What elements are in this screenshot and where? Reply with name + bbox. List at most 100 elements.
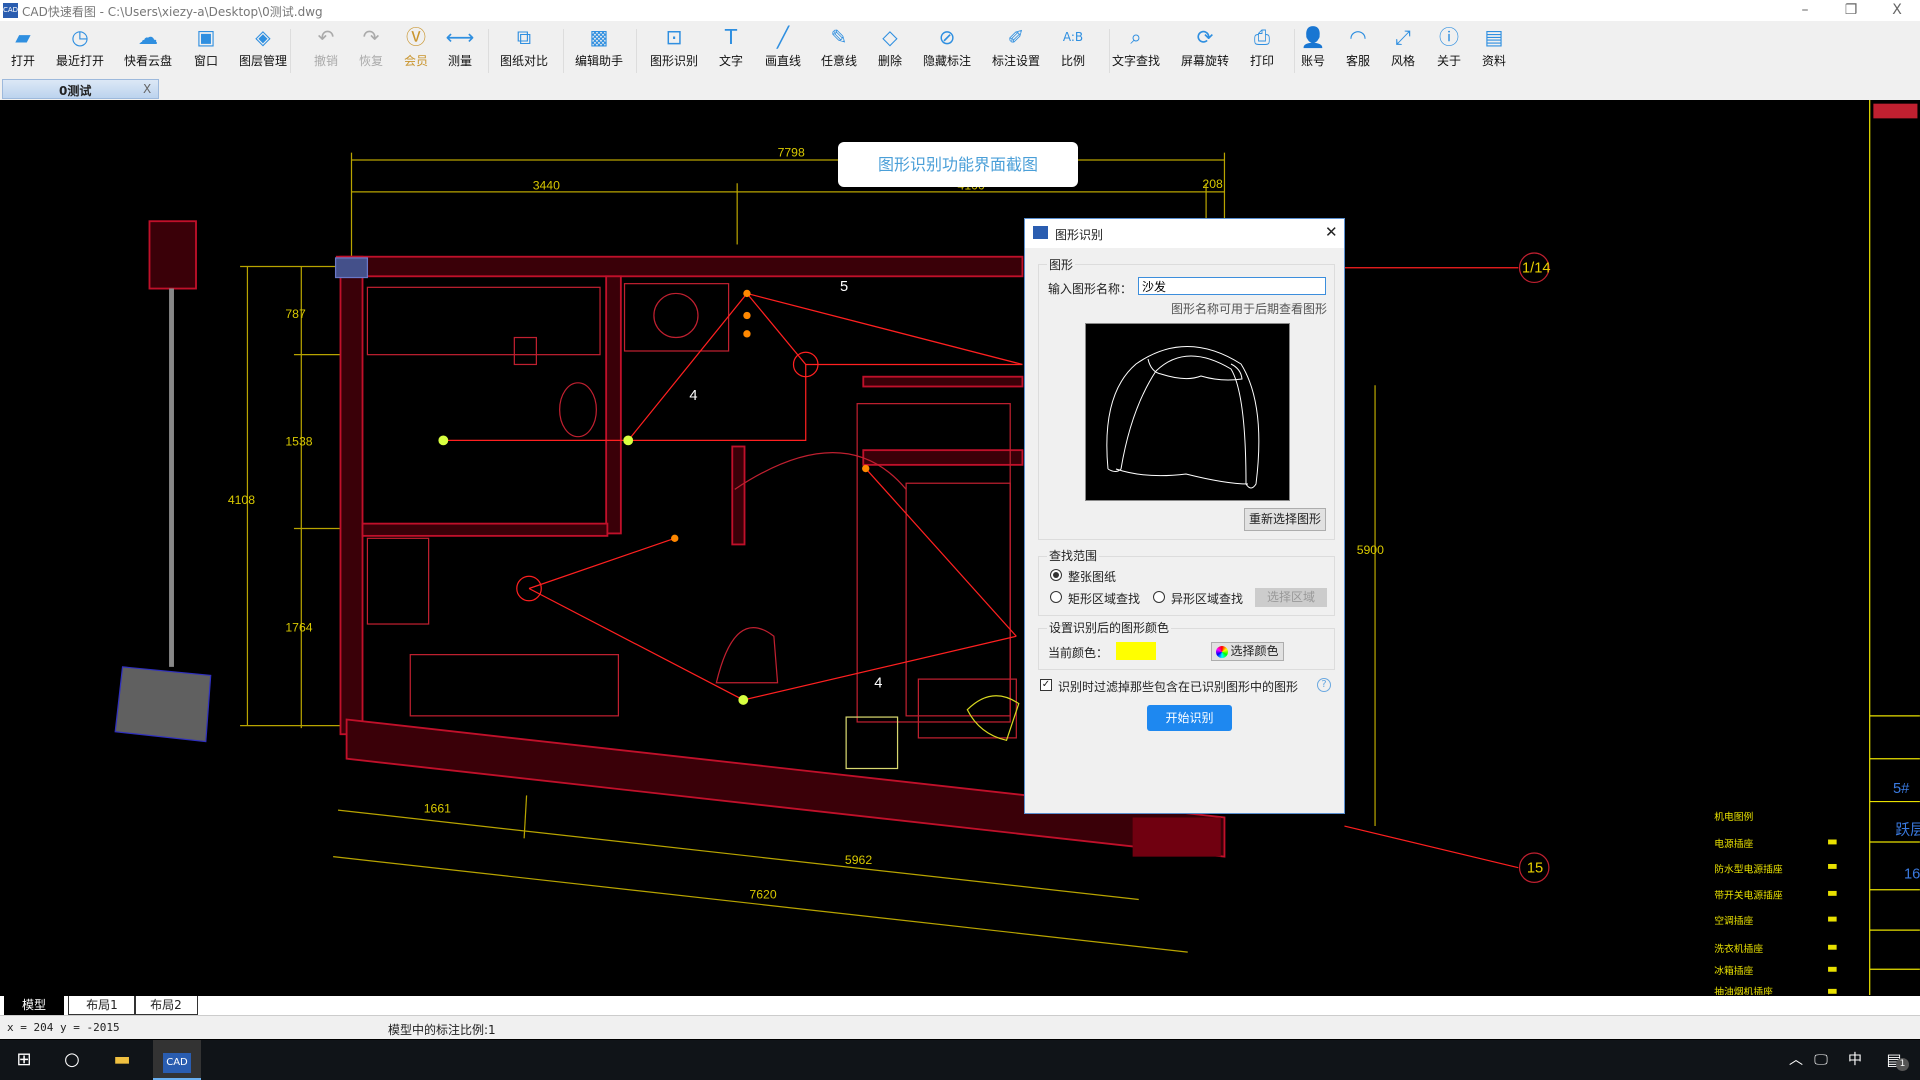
folder-icon: ▰	[15, 25, 31, 49]
toolbar-button-layers[interactable]: ◈ 图层管理	[239, 25, 287, 75]
file-explorer-icon[interactable]: ▬	[98, 1040, 146, 1080]
toolbar-button-shape-recognition[interactable]: ⊡ 图形识别	[650, 25, 698, 75]
toolbar-button-account[interactable]: 👤 账号	[1301, 25, 1326, 75]
toolbar-button-vip[interactable]: Ⓥ 会员	[404, 25, 428, 75]
toolbar-label: 打开	[10, 54, 36, 68]
toolbar-separator	[488, 29, 489, 73]
rotate-icon: ⟳	[1196, 25, 1214, 49]
toolbar-label: 恢复	[358, 54, 384, 68]
tab-model[interactable]: 模型	[4, 996, 64, 1015]
toolbar-label: 会员	[403, 54, 429, 68]
toolbar-button-edit-assistant[interactable]: ▩ 编辑助手	[575, 25, 623, 75]
radio-rect-area[interactable]	[1050, 591, 1062, 603]
range-group	[1038, 556, 1335, 616]
toolbar-button-annotation-settings[interactable]: ✐ 标注设置	[992, 25, 1040, 75]
shape-group-label: 图形	[1047, 256, 1076, 273]
filter-checkbox[interactable]: ✓	[1040, 679, 1052, 691]
toolbar-button-undo[interactable]: ↶ 撤销	[314, 25, 338, 75]
toolbar-separator	[290, 29, 291, 73]
toolbar-label: 窗口	[193, 54, 219, 68]
dim-left-b: 1538	[285, 434, 312, 448]
toolbar-label: 账号	[1300, 54, 1325, 68]
legend-item: 带开关电源插座	[1714, 888, 1783, 901]
toolbar-button-headset[interactable]: ◠ 客服	[1346, 25, 1370, 75]
dim-left-a: 787	[285, 307, 306, 321]
restore-button[interactable]: ❐	[1828, 0, 1874, 21]
cursor-coordinates: x = 204 y = -2015	[7, 1021, 120, 1034]
choose-color-label: 选择颜色	[1230, 644, 1279, 658]
toolbar-label: 风格	[1390, 54, 1416, 68]
start-recognition-button[interactable]: 开始识别	[1147, 705, 1232, 731]
tab-close-icon[interactable]: X	[143, 82, 151, 96]
headset-icon: ◠	[1349, 25, 1367, 49]
toolbar-button-docs[interactable]: ▤ 资料	[1482, 25, 1506, 75]
undo-icon: ↶	[317, 25, 335, 49]
radio-irregular-area[interactable]	[1153, 591, 1165, 603]
info-icon: ⓘ	[1438, 25, 1459, 49]
toolbar-button-print[interactable]: ⎙ 打印	[1250, 25, 1274, 75]
current-color-swatch	[1116, 642, 1156, 660]
toolbar-button-redo[interactable]: ↷ 恢复	[359, 25, 383, 75]
toolbar-label: 删除	[877, 54, 903, 68]
search-circle-icon[interactable]: ○	[48, 1040, 96, 1080]
pen-icon: ✎	[830, 25, 848, 49]
windows-start-icon[interactable]: ⊞	[0, 1040, 48, 1080]
color-group-label: 设置识别后的图形颜色	[1047, 619, 1172, 636]
title-bar: CAD CAD快速看图 - C:\Users\xiezy-a\Desktop\0…	[0, 0, 1920, 21]
select-area-button[interactable]: 选择区域	[1255, 588, 1327, 607]
toolbar-button-pen[interactable]: ✎ 任意线	[821, 25, 857, 75]
ime-indicator[interactable]: 中	[1840, 1040, 1870, 1080]
toolbar-button-rotate[interactable]: ⟳ 屏幕旋转	[1181, 25, 1229, 75]
toolbar-button-eraser[interactable]: ◇ 删除	[878, 25, 902, 75]
toolbar-button-cloud[interactable]: ☁ 快看云盘	[124, 25, 172, 75]
toolbar-separator	[1294, 29, 1295, 73]
dialog-close-icon[interactable]: ✕	[1325, 223, 1338, 241]
close-button[interactable]: X	[1874, 0, 1920, 21]
svg-text:5: 5	[840, 279, 848, 295]
toolbar-button-compare[interactable]: ⧉ 图纸对比	[500, 25, 548, 75]
legend-item: 空调插座	[1714, 914, 1753, 927]
dim-left-total: 4108	[228, 493, 255, 507]
scale-icon: A:B	[1062, 30, 1084, 44]
minimize-button[interactable]: –	[1782, 0, 1828, 21]
toolbar-label: 测量	[447, 54, 473, 68]
toolbar-button-window[interactable]: ▣ 窗口	[194, 25, 218, 75]
choose-color-button[interactable]: 选择颜色	[1211, 642, 1284, 661]
toolbar-label: 资料	[1481, 54, 1507, 68]
tab-layout1[interactable]: 布局1	[68, 996, 136, 1015]
legend-item: 电源插座	[1714, 837, 1753, 850]
toolbar-button-style[interactable]: ⤢ 风格	[1391, 25, 1415, 75]
toolbar-label: 标注设置	[991, 54, 1041, 68]
shape-name-input[interactable]	[1138, 277, 1326, 295]
toolbar-button-history[interactable]: ◷ 最近打开	[56, 25, 104, 75]
reselect-shape-button[interactable]: 重新选择图形	[1244, 508, 1326, 531]
dialog-title: 图形识别	[1055, 228, 1104, 242]
notification-icon[interactable]: ▤ 1	[1874, 1040, 1914, 1080]
toolbar-label: 图纸对比	[499, 54, 549, 68]
toolbar-label: 客服	[1345, 54, 1371, 68]
toolbar-button-info[interactable]: ⓘ 关于	[1437, 25, 1461, 75]
toolbar-button-text-search[interactable]: ⌕ 文字查找	[1112, 25, 1160, 75]
radio-whole-drawing[interactable]	[1050, 569, 1062, 581]
drawing-canvas[interactable]: 7798 3440 4100 208 4108 787 1538 1764 16…	[0, 100, 1920, 995]
toolbar-separator	[636, 29, 637, 73]
legend-item: 冰箱插座	[1714, 964, 1753, 977]
help-icon[interactable]: ?	[1317, 678, 1331, 692]
taskbar-cad-app[interactable]: CAD	[153, 1040, 201, 1080]
edit-assistant-icon: ▩	[589, 25, 609, 49]
text-icon: T	[724, 25, 738, 49]
measure-icon: ⟷	[445, 25, 475, 49]
status-bar: x = 204 y = -2015 模型中的标注比例:1	[0, 1015, 1920, 1039]
toolbar-button-hide[interactable]: ⊘ 隐藏标注	[923, 25, 971, 75]
document-tab[interactable]: 0测试 X	[2, 79, 159, 99]
toolbar-separator	[563, 29, 564, 73]
toolbar-button-folder[interactable]: ▰ 打开	[11, 25, 35, 75]
toolbar-button-line[interactable]: ╱ 画直线	[765, 25, 801, 75]
toolbar-button-scale[interactable]: A:B 比例	[1061, 25, 1085, 75]
toolbar-label: 文字查找	[1111, 54, 1161, 68]
toolbar-button-measure[interactable]: ⟷ 测量	[446, 25, 475, 75]
network-icon[interactable]: 🖵	[1806, 1040, 1836, 1080]
toolbar-button-text[interactable]: T 文字	[719, 25, 743, 75]
tab-layout2[interactable]: 布局2	[134, 996, 198, 1015]
radio-irregular-area-label: 异形区域查找	[1171, 592, 1244, 606]
